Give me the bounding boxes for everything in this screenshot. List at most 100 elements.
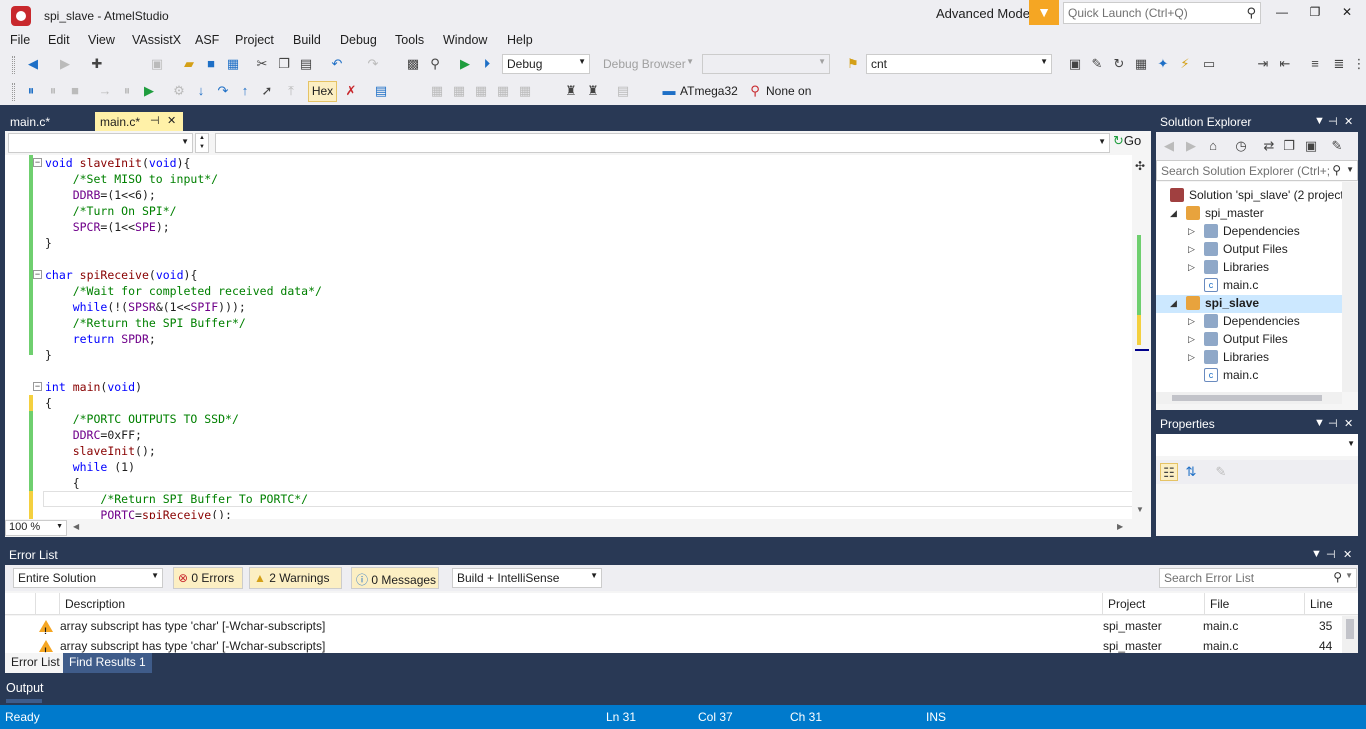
tree-item[interactable]: ▷ Output Files	[1156, 240, 1342, 258]
scroll-thumb[interactable]	[1346, 619, 1354, 639]
pin-icon[interactable]: ⊣	[150, 114, 160, 127]
code-line[interactable]: /*Return SPI Buffer To PORTC*/	[45, 491, 322, 507]
menu-build[interactable]: Build	[293, 33, 321, 47]
code-line[interactable]: int main(void)	[45, 379, 322, 395]
tool-settings-icon[interactable]: ▤	[614, 82, 632, 100]
code-line[interactable]: DDRC=0xFF;	[45, 427, 322, 443]
split-window-icon[interactable]: ✣	[1135, 159, 1145, 173]
pause-icon[interactable]: ⏸	[44, 82, 62, 100]
code-line[interactable]	[45, 251, 322, 267]
feedback-filter-icon[interactable]: ▼	[1029, 0, 1059, 25]
tree-item[interactable]: c main.c	[1156, 366, 1342, 384]
code-line[interactable]: void slaveInit(void){	[45, 155, 322, 171]
quick-launch-input[interactable]: Quick Launch (Ctrl+Q) ⚲	[1063, 2, 1261, 24]
device-programming-icon[interactable]: ▣	[1066, 55, 1084, 73]
history-icon[interactable]: ◷	[1232, 137, 1250, 155]
warnings-filter-button[interactable]: ▲ 2 Warnings	[249, 567, 342, 589]
tab-output[interactable]: Output	[6, 681, 44, 695]
menu-window[interactable]: Window	[443, 33, 487, 47]
dropdown-icon[interactable]: ▼	[1311, 548, 1322, 560]
code-line[interactable]: while (1)	[45, 459, 322, 475]
restore-icon[interactable]: ❐	[1305, 5, 1325, 23]
scope-spinner[interactable]: ▲ ▼	[195, 133, 209, 153]
scope-select[interactable]: Entire Solution ▼	[13, 568, 163, 588]
collapse-all-icon[interactable]: ❐	[1280, 137, 1298, 155]
memory-icon[interactable]: ▦	[428, 82, 446, 100]
redo-icon[interactable]: ↷	[364, 55, 382, 73]
column-category[interactable]	[35, 593, 59, 615]
copy-icon[interactable]: ❐	[275, 55, 293, 73]
menu-help[interactable]: Help	[507, 33, 533, 47]
close-icon[interactable]: ✕	[1337, 5, 1357, 23]
solution-tree-rows[interactable]: Solution 'spi_slave' (2 project ◢ spi_mast…	[1156, 182, 1344, 392]
code-line[interactable]: /*PORTC OUTPUTS TO SSD*/	[45, 411, 322, 427]
code-editor[interactable]: − − − void slaveInit(void){ /*Set MISO t…	[5, 155, 1151, 519]
solution-config-icon[interactable]: ▩	[404, 55, 422, 73]
column-file[interactable]: File	[1204, 593, 1304, 615]
paste-icon[interactable]: ▤	[297, 55, 315, 73]
properties-wrench-icon[interactable]: ✎	[1328, 137, 1346, 155]
zoom-select[interactable]: 100 % ▼	[5, 520, 67, 536]
reset-icon[interactable]: ⚙	[170, 82, 188, 100]
source-select[interactable]: Build + IntelliSense ▼	[452, 568, 602, 588]
tree-item[interactable]: ▷ Output Files	[1156, 330, 1342, 348]
tree-item[interactable]: ▷ Libraries	[1156, 258, 1342, 276]
expanded-arrow-icon[interactable]: ◢	[1170, 204, 1177, 222]
code-line[interactable]: return SPDR;	[45, 331, 322, 347]
tree-item[interactable]: c main.c	[1156, 276, 1342, 294]
indent-icon[interactable]: ⇥	[1254, 55, 1272, 73]
add-item-icon[interactable]: ▣	[148, 55, 166, 73]
pin-icon[interactable]: ⊣	[1328, 115, 1338, 128]
minimize-icon[interactable]: —	[1272, 5, 1292, 23]
stop-icon[interactable]: ■	[66, 82, 84, 100]
column-line[interactable]: Line	[1304, 593, 1358, 615]
find-combo[interactable]: cnt ▼	[866, 54, 1052, 74]
scroll-down-icon[interactable]: ▼	[1136, 505, 1144, 514]
open-icon[interactable]: ▰	[180, 55, 198, 73]
tree-item[interactable]: ▷ Dependencies	[1156, 222, 1342, 240]
forward-icon[interactable]: ▶	[56, 55, 74, 73]
tab-main-c-inactive[interactable]: main.c*	[5, 112, 93, 131]
menu-asf[interactable]: ASF	[195, 33, 219, 47]
collapsed-arrow-icon[interactable]: ▷	[1188, 258, 1195, 276]
code-line[interactable]: /*Turn On SPI*/	[45, 203, 322, 219]
break-icon[interactable]: ⏸	[118, 82, 136, 100]
code-line[interactable]: }	[45, 347, 322, 363]
collapsed-arrow-icon[interactable]: ▷	[1188, 330, 1195, 348]
type-scope-select[interactable]: ▼	[8, 133, 193, 153]
tool-label[interactable]: None on	[766, 84, 811, 98]
disassembly-icon[interactable]: ▦	[516, 82, 534, 100]
tab-main-c-active[interactable]: main.c* ⊣ ✕	[95, 112, 183, 131]
cut-icon[interactable]: ✂	[253, 55, 271, 73]
menu-edit[interactable]: Edit	[48, 33, 70, 47]
error-row[interactable]: array subscript has type 'char' [-Wchar-…	[5, 636, 1342, 661]
error-search-input[interactable]: Search Error List ⚲ ▼	[1159, 568, 1357, 588]
toolbar-grip[interactable]	[12, 83, 15, 101]
collapsed-arrow-icon[interactable]: ▷	[1188, 240, 1195, 258]
menu-project[interactable]: Project	[235, 33, 274, 47]
alphabetical-icon[interactable]: ⇅	[1182, 463, 1200, 481]
toolbar-grip[interactable]	[12, 56, 15, 74]
properties-object-select[interactable]: ▼	[1156, 434, 1358, 456]
tree-item[interactable]: ▷ Dependencies	[1156, 312, 1342, 330]
platform-select[interactable]: ▼	[702, 54, 830, 74]
menu-view[interactable]: View	[88, 33, 115, 47]
device-programming-2-icon[interactable]: ♜	[562, 82, 580, 100]
collapse-icon[interactable]: −	[33, 270, 42, 279]
undo-icon[interactable]: ↶	[328, 55, 346, 73]
close-tab-icon[interactable]: ✕	[167, 114, 176, 127]
collapse-icon[interactable]: −	[33, 382, 42, 391]
terminal-icon[interactable]: ▭	[1200, 55, 1218, 73]
start-without-debugging-icon[interactable]: ⏵	[478, 55, 496, 73]
disable-breakpoints-icon[interactable]: ✗	[342, 82, 360, 100]
extension-icon[interactable]: ✦	[1154, 55, 1172, 73]
menu-tools[interactable]: Tools	[395, 33, 424, 47]
break-all-icon[interactable]: ⏸	[22, 82, 40, 100]
horizontal-scroll-thumb[interactable]	[1172, 395, 1322, 401]
new-project-icon[interactable]: ✚	[88, 55, 106, 73]
error-row[interactable]: array subscript has type 'char' [-Wchar-…	[5, 616, 1342, 641]
watch-icon[interactable]: ▦	[472, 82, 490, 100]
messages-filter-button[interactable]: ⓘ 0 Messages	[351, 567, 439, 589]
back-icon[interactable]: ◀	[1160, 137, 1178, 155]
refresh-icon[interactable]: ↻	[1110, 55, 1128, 73]
